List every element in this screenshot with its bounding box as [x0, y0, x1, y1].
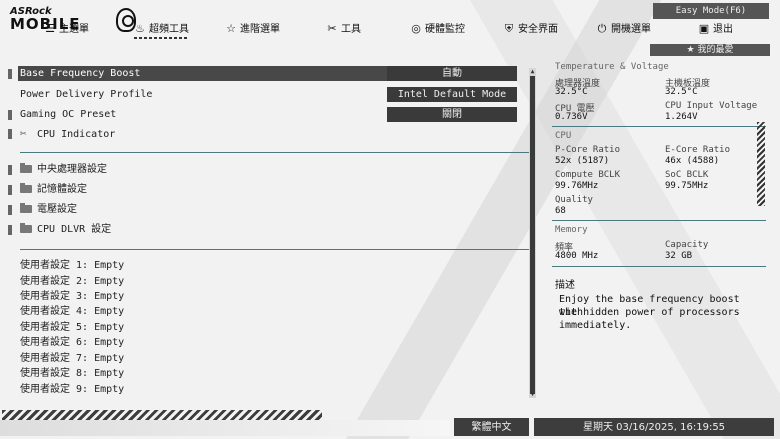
description-line-3: immediately. [559, 320, 632, 331]
section-divider [552, 266, 766, 267]
footer-hatch-decoration [2, 410, 322, 420]
tab-security[interactable]: ⛨ 安全界面 [503, 20, 558, 40]
user-profile-4[interactable]: 使用者設定 4: Empty [20, 304, 124, 319]
memory-frequency-value: 4800 MHz [555, 251, 599, 261]
tab-main[interactable]: ☰ 主選單 [44, 20, 89, 40]
cpu-section-title: CPU [555, 131, 572, 141]
wrench-icon: ✂ [20, 127, 27, 140]
compute-bclk-label: Compute BCLK [555, 170, 621, 180]
user-profile-9[interactable]: 使用者設定 9: Empty [20, 382, 124, 397]
user-profile-1[interactable]: 使用者設定 1: Empty [20, 258, 124, 273]
logo-emblem-icon [116, 8, 136, 32]
folder-icon [20, 223, 32, 233]
cpu-input-voltage-value: 1.264V [665, 112, 698, 122]
ecore-ratio-label: E-Core Ratio [665, 145, 731, 155]
user-profile-6[interactable]: 使用者設定 6: Empty [20, 335, 124, 350]
row-marker [8, 129, 12, 139]
datetime-display: 星期天 03/16/2025, 16:19:55 [534, 418, 774, 436]
scroll-down-icon[interactable]: ▼ [529, 391, 536, 398]
scrollbar-thumb[interactable] [530, 76, 535, 394]
row-marker [8, 165, 12, 175]
tab-tools[interactable]: ✂ 工具 [326, 20, 361, 40]
row-marker [8, 110, 12, 120]
setting-label: Power Delivery Profile [20, 89, 153, 100]
monitor-icon: ◎ [411, 22, 421, 35]
row-marker [8, 69, 12, 79]
tab-oc-tweaker[interactable]: ♨ 超頻工具 [134, 20, 189, 40]
ecore-ratio-value: 46x (4588) [665, 156, 720, 166]
setting-label: Base Frequency Boost [20, 68, 141, 79]
memory-capacity-label: Capacity [665, 240, 709, 250]
folder-icon [20, 163, 32, 173]
star-icon: ☆ [226, 22, 236, 35]
pcore-ratio-label: P-Core Ratio [555, 145, 621, 155]
user-profile-2[interactable]: 使用者設定 2: Empty [20, 274, 124, 289]
power-delivery-profile-value[interactable]: Intel Default Mode [387, 87, 517, 102]
memory-capacity-value: 32 GB [665, 251, 693, 261]
folder-icon [20, 183, 32, 193]
favorites-button[interactable]: ★ 我的最愛 [650, 44, 770, 56]
user-profile-7[interactable]: 使用者設定 7: Empty [20, 351, 124, 366]
user-profile-3[interactable]: 使用者設定 3: Empty [20, 289, 124, 304]
tools-icon: ✂ [327, 22, 337, 35]
list-icon: ☰ [45, 22, 55, 35]
gaming-oc-preset-value[interactable]: 關閉 [387, 107, 517, 122]
panel-decoration [757, 122, 765, 206]
power-icon: ⏻ [597, 22, 607, 35]
soc-bclk-value: 99.75MHz [665, 181, 709, 191]
row-marker [8, 185, 12, 195]
pcore-ratio-value: 52x (5187) [555, 156, 610, 166]
soc-bclk-label: SoC BCLK [665, 170, 709, 180]
cpu-voltage-value: 0.736V [555, 112, 588, 122]
scroll-up-icon[interactable]: ▲ [529, 68, 536, 75]
tab-advanced[interactable]: ☆ 進階選單 [225, 20, 280, 40]
mb-temp-value: 32.5°C [665, 87, 698, 97]
section-divider [552, 220, 766, 221]
quality-value: 68 [555, 206, 566, 216]
section-divider [20, 249, 532, 250]
flame-icon: ♨ [135, 22, 145, 35]
settings-scrollbar[interactable]: ▲ ▼ [529, 68, 536, 398]
language-button[interactable]: 繁體中文 [454, 418, 529, 436]
easy-mode-button[interactable]: Easy Mode(F6) [653, 3, 769, 19]
tab-exit[interactable]: ▣ 退出 [698, 20, 733, 40]
folder-icon [20, 203, 32, 213]
memory-section-title: Memory [555, 225, 588, 235]
shield-icon: ⛨ [504, 22, 514, 35]
section-divider [20, 152, 532, 153]
setting-label: Gaming OC Preset [20, 109, 117, 120]
quality-label: Quality [555, 195, 593, 205]
description-title: 描述 [555, 280, 575, 291]
section-divider [552, 126, 766, 127]
row-marker [8, 205, 12, 215]
row-marker [8, 225, 12, 235]
temp-voltage-title: Temperature & Voltage [555, 62, 669, 72]
cpu-temp-value: 32.5°C [555, 87, 588, 97]
cpu-input-voltage-label: CPU Input Voltage [665, 101, 758, 111]
compute-bclk-value: 99.76MHz [555, 181, 599, 191]
tab-hw-monitor[interactable]: ◎ 硬體監控 [410, 20, 465, 40]
user-profile-5[interactable]: 使用者設定 5: Empty [20, 320, 124, 335]
exit-icon: ▣ [698, 22, 710, 35]
tab-boot[interactable]: ⏻ 開機選單 [596, 20, 651, 40]
description-line-2: the hidden power of processors [559, 307, 740, 318]
base-frequency-boost-value[interactable]: 自動 [387, 66, 517, 81]
user-profile-8[interactable]: 使用者設定 8: Empty [20, 366, 124, 381]
setting-label: CPU Indicator [37, 129, 116, 140]
footer-decoration [0, 420, 450, 436]
